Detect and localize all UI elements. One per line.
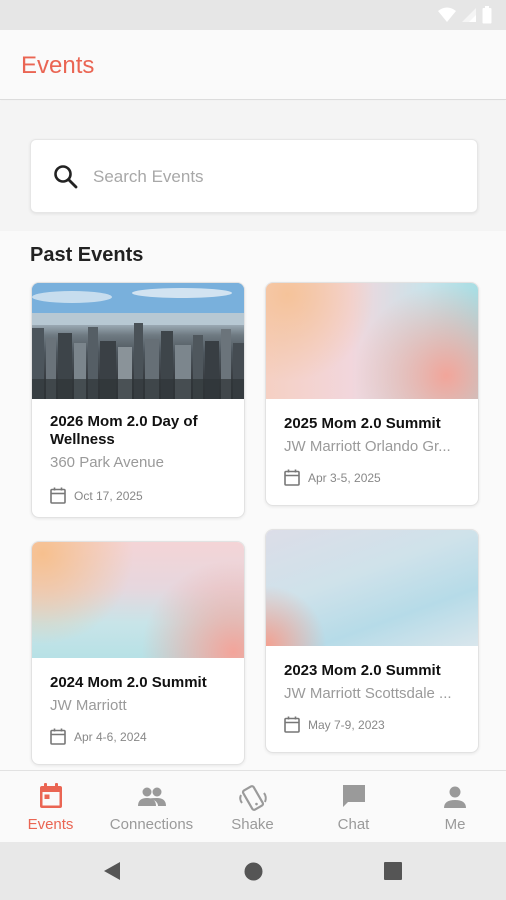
nav-label: Chat	[337, 816, 370, 833]
search-input[interactable]: Search Events	[30, 139, 478, 213]
city-skyline-graphic	[32, 283, 244, 399]
event-title: 2024 Mom 2.0 Summit	[50, 674, 207, 691]
event-title: 2025 Mom 2.0 Summit	[284, 415, 441, 432]
nav-label: Connections	[109, 816, 194, 833]
people-icon	[137, 787, 166, 806]
event-date: Apr 4-6, 2024	[74, 729, 147, 744]
calendar-icon	[50, 728, 66, 745]
chat-icon	[342, 785, 365, 807]
event-title: 2023 Mom 2.0 Summit	[284, 662, 441, 679]
status-icons	[438, 6, 492, 24]
nav-label: Me	[444, 816, 466, 833]
event-date: Oct 17, 2025	[74, 488, 143, 503]
event-location: 360 Park Avenue	[50, 454, 164, 471]
signal-icon	[462, 8, 476, 22]
page-title: Events	[21, 52, 95, 79]
nav-label: Shake	[231, 816, 274, 833]
event-card[interactable]: 2025 Mom 2.0 Summit JW Marriott Orlando …	[265, 282, 479, 506]
calendar-icon	[284, 469, 300, 486]
event-title: 2026 Mom 2.0 Day of Wellness	[50, 413, 198, 448]
nav-label: Events	[27, 816, 74, 833]
system-nav-bar	[0, 842, 506, 900]
nav-item-shake[interactable]: Shake	[202, 771, 303, 843]
app-bar: Events	[0, 30, 506, 100]
event-image-city-skyline	[32, 283, 244, 399]
nav-item-connections[interactable]: Connections	[101, 771, 202, 843]
section-title-past-events: Past Events	[30, 244, 144, 266]
shake-phone-icon	[238, 785, 267, 811]
event-card[interactable]: 2023 Mom 2.0 Summit JW Marriott Scottsda…	[265, 529, 479, 753]
calendar-icon	[39, 783, 62, 808]
nav-item-events[interactable]: Events	[0, 771, 101, 843]
home-icon[interactable]	[244, 862, 263, 881]
event-location: JW Marriott Orlando Gr...	[284, 438, 451, 455]
bottom-nav: Events Connections Shake Chat Me	[0, 770, 506, 842]
calendar-icon	[50, 487, 66, 504]
event-image-gradient	[266, 283, 478, 399]
person-icon	[444, 786, 466, 808]
search-placeholder: Search Events	[93, 167, 204, 186]
status-bar	[0, 0, 506, 30]
event-date: Apr 3-5, 2025	[308, 470, 381, 485]
search-icon	[54, 165, 78, 189]
event-image-gradient	[266, 530, 478, 646]
event-location: JW Marriott	[50, 697, 127, 714]
nav-item-me[interactable]: Me	[404, 771, 506, 843]
search-area: Search Events	[0, 101, 506, 231]
event-card[interactable]: 2024 Mom 2.0 Summit JW Marriott Apr 4-6,…	[31, 541, 245, 765]
calendar-icon	[284, 716, 300, 733]
back-icon[interactable]	[103, 861, 121, 881]
nav-item-chat[interactable]: Chat	[303, 771, 404, 843]
event-card[interactable]: 2026 Mom 2.0 Day of Wellness 360 Park Av…	[31, 282, 245, 518]
battery-icon	[482, 6, 492, 24]
wifi-icon	[438, 7, 456, 22]
event-location: JW Marriott Scottsdale ...	[284, 685, 452, 702]
event-date: May 7-9, 2023	[308, 717, 385, 732]
event-image-gradient	[32, 542, 244, 658]
recents-icon[interactable]	[384, 862, 402, 880]
